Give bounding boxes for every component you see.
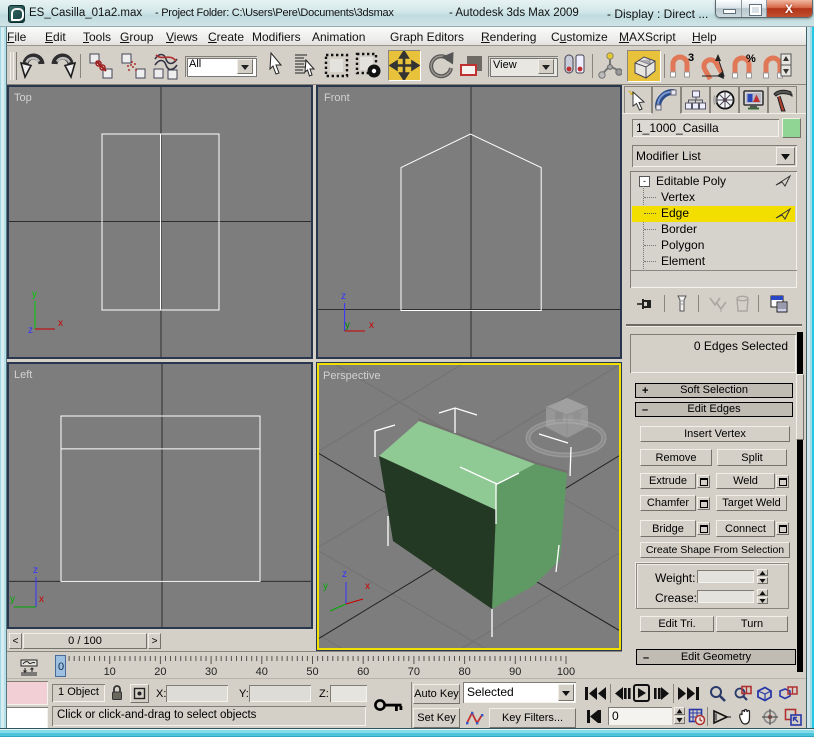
svg-text:x: x bbox=[39, 594, 44, 605]
svg-text:Top: Top bbox=[14, 92, 32, 104]
svg-text:20: 20 bbox=[154, 666, 166, 678]
svg-text:50: 50 bbox=[306, 666, 318, 678]
svg-text:80: 80 bbox=[458, 666, 470, 678]
svg-text:60: 60 bbox=[357, 666, 369, 678]
svg-text:70: 70 bbox=[408, 666, 420, 678]
svg-text:Front: Front bbox=[324, 92, 350, 104]
svg-text:Perspective: Perspective bbox=[323, 370, 380, 382]
svg-text:z: z bbox=[33, 565, 38, 576]
svg-text:z: z bbox=[341, 291, 346, 302]
svg-text:y: y bbox=[10, 594, 15, 605]
svg-text:y: y bbox=[323, 581, 328, 592]
svg-text:z: z bbox=[342, 569, 347, 580]
svg-text:90: 90 bbox=[509, 666, 521, 678]
svg-text:3: 3 bbox=[688, 52, 694, 64]
svg-text:z: z bbox=[28, 325, 33, 336]
svg-text:x: x bbox=[58, 318, 63, 329]
svg-text:%: % bbox=[746, 53, 756, 65]
svg-text:x: x bbox=[365, 581, 370, 592]
svg-text:x: x bbox=[369, 320, 374, 331]
svg-text:10: 10 bbox=[104, 666, 116, 678]
svg-text:40: 40 bbox=[256, 666, 268, 678]
svg-text:Left: Left bbox=[14, 369, 32, 381]
svg-text:100: 100 bbox=[557, 666, 575, 678]
svg-text:y: y bbox=[32, 289, 37, 300]
svg-text:y: y bbox=[345, 320, 350, 331]
svg-text:30: 30 bbox=[205, 666, 217, 678]
